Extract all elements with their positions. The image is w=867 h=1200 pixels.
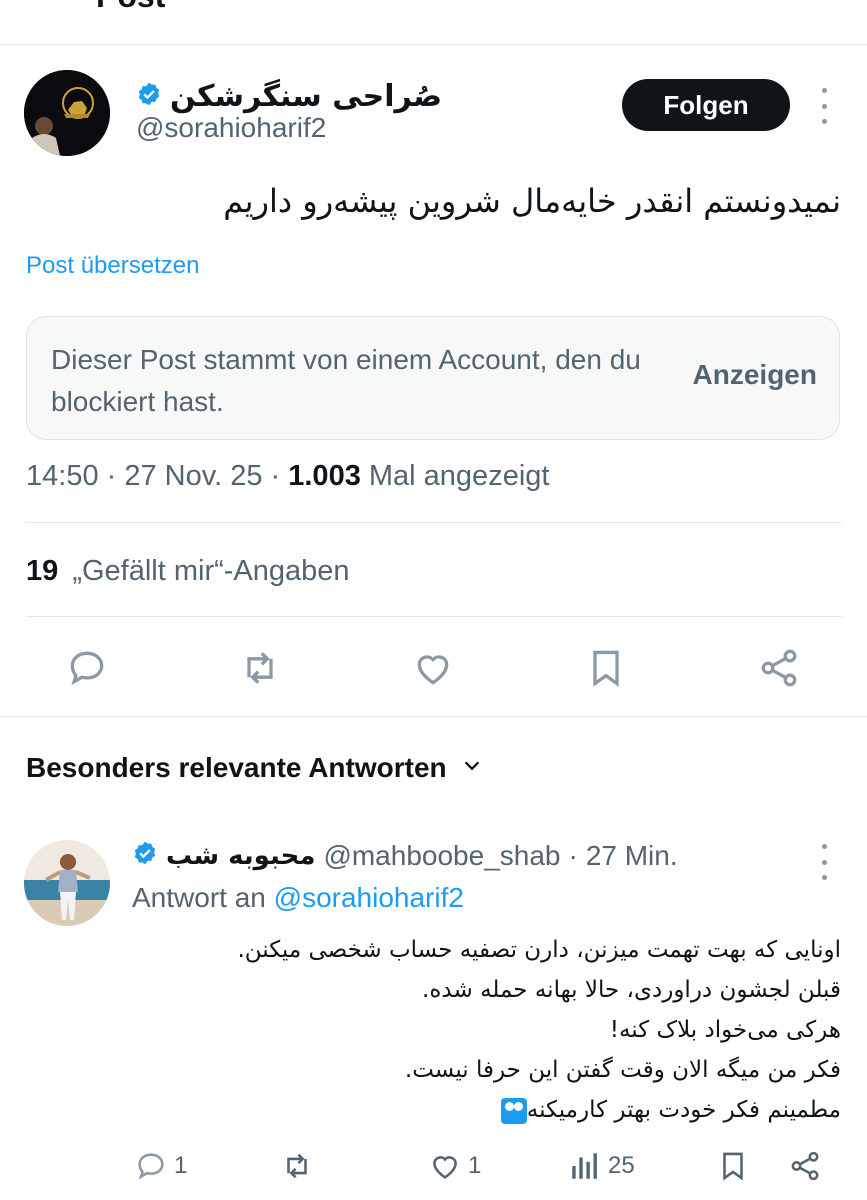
translate-post-link[interactable]: Post übersetzen bbox=[26, 252, 199, 280]
reply-like-button[interactable]: 1 bbox=[428, 1146, 481, 1186]
reply-line: هرکی می‌خواد بلاک کنه! bbox=[609, 1017, 841, 1043]
follow-button[interactable]: Folgen bbox=[622, 79, 790, 131]
views-label: Mal angezeigt bbox=[368, 460, 550, 492]
share-icon bbox=[791, 1151, 819, 1181]
bookmark-icon bbox=[723, 1152, 743, 1181]
top-bar-partial: Post bbox=[0, 0, 867, 44]
reply-line: مطمینم فکر خودت بهتر کارمیکنه bbox=[526, 1097, 841, 1123]
like-count: 1 bbox=[468, 1152, 482, 1179]
author-name: صُراحی سنگرشکن bbox=[170, 78, 443, 114]
reply-views-button[interactable]: 25 bbox=[568, 1146, 635, 1186]
blocked-quote-card: Dieser Post stammt von einem Account, de… bbox=[26, 316, 840, 440]
reply-line: فکر من میگه الان وقت گفتن این حرفا نیست. bbox=[404, 1057, 841, 1083]
reply-line: اونایی که بهت تهمت میزنن، دارن تصفیه حسا… bbox=[237, 937, 841, 963]
reply-more-options-icon[interactable] bbox=[812, 844, 836, 880]
reply-header: محبوبه شب @mahboobe_shab · 27 Min. bbox=[132, 836, 678, 876]
chevron-down-icon bbox=[461, 752, 483, 784]
divider bbox=[0, 716, 867, 717]
views-chart-icon bbox=[572, 1153, 597, 1179]
post-meta: 14:50 · 27 Nov. 25 · 1.003 Mal angezeigt bbox=[26, 460, 550, 492]
divider bbox=[26, 522, 842, 523]
reply-author-handle[interactable]: @mahboobe_shab bbox=[323, 840, 560, 872]
verified-badge-icon bbox=[132, 840, 158, 873]
author-handle[interactable]: @sorahioharif2 bbox=[136, 112, 326, 144]
reply-icon[interactable] bbox=[65, 646, 109, 690]
reply-age[interactable]: 27 Min. bbox=[586, 840, 678, 872]
divider bbox=[0, 44, 867, 45]
reply-author-avatar[interactable] bbox=[24, 840, 110, 926]
post-time: 14:50 bbox=[26, 460, 99, 492]
like-icon bbox=[433, 1156, 457, 1179]
reply-repost-button[interactable] bbox=[280, 1146, 314, 1186]
bookmark-icon[interactable] bbox=[584, 646, 628, 690]
replies-sort-dropdown[interactable]: Besonders relevante Antworten bbox=[26, 752, 483, 784]
reply-to-prefix: Antwort an bbox=[132, 882, 266, 913]
blocked-notice: Dieser Post stammt von einem Account, de… bbox=[51, 344, 641, 417]
reply-to-line: Antwort an @sorahioharif2 bbox=[132, 882, 464, 914]
repost-icon bbox=[287, 1153, 307, 1179]
views-count: 1.003 bbox=[288, 460, 361, 492]
likes-label: „Gefällt mir“-Angaben bbox=[72, 555, 350, 587]
show-button[interactable]: Anzeigen bbox=[693, 359, 817, 391]
people-hugging-emoji-icon bbox=[500, 1097, 527, 1124]
reply-share-button[interactable] bbox=[788, 1146, 822, 1186]
author-avatar[interactable] bbox=[24, 70, 110, 156]
post-text: نمیدونستم انقدر خایه‌مال شروین پیشه‌رو د… bbox=[223, 182, 841, 220]
more-options-icon[interactable] bbox=[812, 88, 836, 124]
reply-icon bbox=[138, 1153, 164, 1180]
reply-reply-button[interactable]: 1 bbox=[134, 1146, 187, 1186]
top-bar-title: Post bbox=[96, 0, 165, 15]
likes-count: 19 bbox=[26, 555, 59, 587]
post-date[interactable]: 27 Nov. 25 bbox=[124, 460, 262, 492]
reply-to-handle-link[interactable]: @sorahioharif2 bbox=[274, 882, 464, 913]
verified-badge-icon bbox=[136, 81, 162, 112]
reply-author-name[interactable]: محبوبه شب bbox=[166, 841, 315, 871]
likes-row[interactable]: 19 „Gefällt mir“-Angaben bbox=[26, 555, 350, 588]
divider bbox=[26, 616, 842, 617]
reply-line-last: مطمینم فکر خودت بهتر کارمیکنه bbox=[121, 1090, 841, 1130]
like-icon[interactable] bbox=[411, 646, 455, 690]
repost-icon[interactable] bbox=[238, 646, 282, 690]
reply-text: اونایی که بهت تهمت میزنن، دارن تصفیه حسا… bbox=[121, 930, 841, 1130]
share-icon[interactable] bbox=[757, 646, 801, 690]
view-count: 25 bbox=[608, 1152, 635, 1179]
replies-section-title: Besonders relevante Antworten bbox=[26, 752, 447, 783]
reply-count: 1 bbox=[174, 1152, 188, 1179]
reply-line: قبلن لجشون دراوردی، حالا بهانه حمله شده. bbox=[422, 977, 841, 1003]
reply-bookmark-button[interactable] bbox=[716, 1146, 750, 1186]
